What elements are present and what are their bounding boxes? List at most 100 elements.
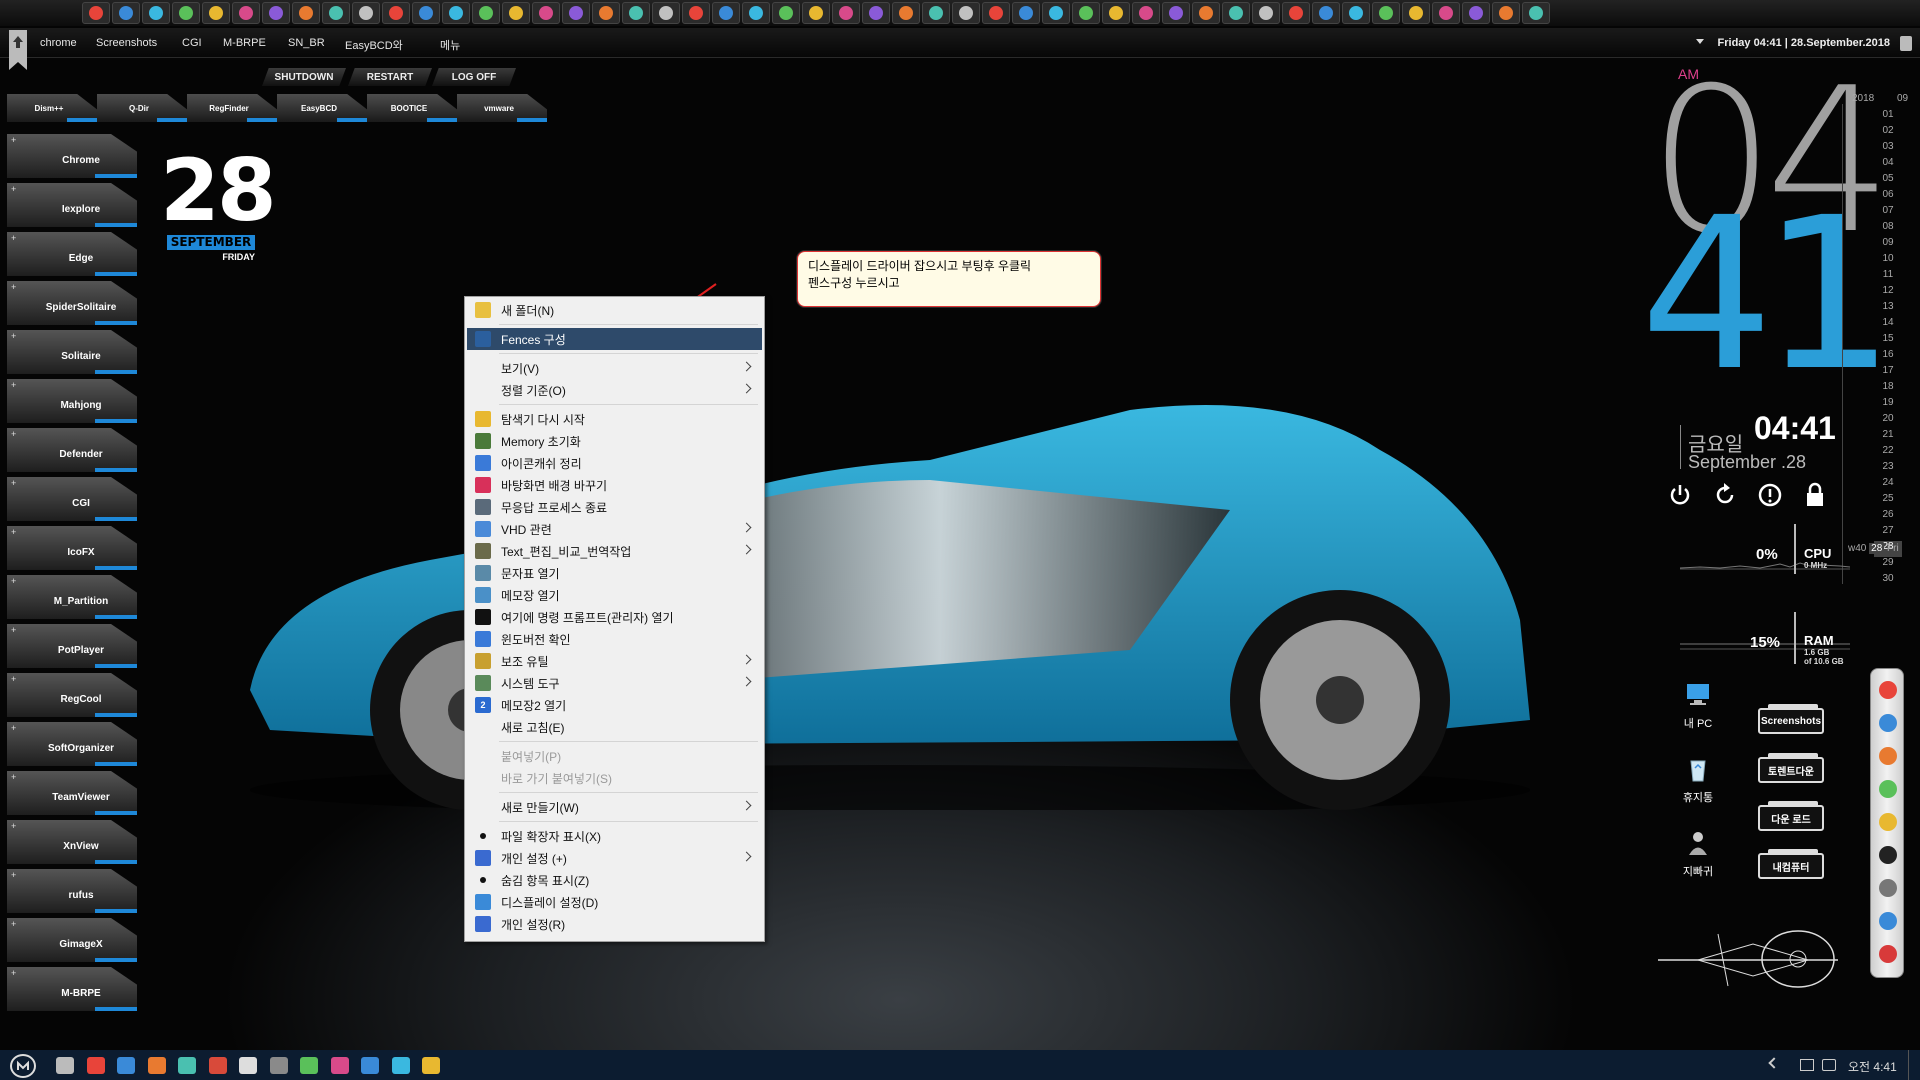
launcher-iexplore[interactable]: + Iexplore: [7, 183, 137, 227]
taskbar-clock[interactable]: 오전 4:41: [1848, 1058, 1897, 1075]
tile-torrent-download[interactable]: 토렌트다운: [1758, 753, 1824, 783]
expand-plus-icon[interactable]: +: [11, 527, 16, 537]
monitor-icon[interactable]: [742, 2, 770, 24]
ie-icon[interactable]: [112, 2, 140, 24]
camera-icon[interactable]: [232, 2, 260, 24]
clover-icon[interactable]: [300, 1057, 318, 1074]
expand-plus-icon[interactable]: +: [11, 576, 16, 586]
expand-plus-icon[interactable]: +: [11, 723, 16, 733]
bluetooth-icon[interactable]: [1282, 2, 1310, 24]
context-menu-item[interactable]: 여기에 명령 프롬프트(관리자) 열기: [467, 606, 762, 628]
expand-plus-icon[interactable]: +: [11, 380, 16, 390]
stack-icon[interactable]: [1879, 879, 1897, 897]
context-menu-item[interactable]: 시스템 도구: [467, 672, 762, 694]
context-menu-item[interactable]: 디스플레이 설정(D): [467, 891, 762, 913]
context-menu-item[interactable]: 탐색기 다시 시작: [467, 408, 762, 430]
tile-download[interactable]: 다운 로드: [1758, 801, 1824, 831]
settings-icon[interactable]: [239, 1057, 257, 1074]
chrome-icon[interactable]: [82, 2, 110, 24]
box-icon[interactable]: [412, 2, 440, 24]
context-menu-item[interactable]: 정렬 기준(O): [467, 379, 762, 401]
top-launcher-vmware[interactable]: vmware: [457, 94, 547, 122]
launcher-cgi[interactable]: + CGI: [7, 477, 137, 521]
launcher-softorganizer[interactable]: + SoftOrganizer: [7, 722, 137, 766]
launcher-mbrpe[interactable]: + M-BRPE: [7, 967, 137, 1011]
app4-icon[interactable]: [178, 1057, 196, 1074]
dropdown-arrow-icon[interactable]: [1696, 39, 1704, 44]
tiles-icon[interactable]: [1462, 2, 1490, 24]
brush-icon[interactable]: [802, 2, 830, 24]
doc-icon[interactable]: [592, 2, 620, 24]
context-menu-item[interactable]: 숨김 항목 표시(Z): [467, 869, 762, 891]
launcher-rufus[interactable]: + rufus: [7, 869, 137, 913]
tile-screenshots[interactable]: Screenshots: [1758, 704, 1824, 734]
task-view-icon[interactable]: [56, 1057, 74, 1074]
car-icon[interactable]: [1102, 2, 1130, 24]
ie-icon[interactable]: [391, 1057, 410, 1074]
expand-plus-icon[interactable]: +: [11, 282, 16, 292]
desktop-icon-this-pc[interactable]: 내 PC: [1668, 682, 1728, 731]
app6-icon[interactable]: [269, 1057, 288, 1074]
top-launcher-easybcd[interactable]: EasyBCD: [277, 94, 367, 122]
top-launcher-bootice[interactable]: BOOTICE: [367, 94, 457, 122]
context-menu-item[interactable]: Memory 초기화: [467, 430, 762, 452]
r-icon[interactable]: [382, 2, 410, 24]
context-menu-item[interactable]: 보조 유틸: [467, 650, 762, 672]
top-launcher-dism[interactable]: Dism++: [7, 94, 97, 122]
power-icon[interactable]: [1667, 482, 1693, 508]
expand-plus-icon[interactable]: +: [11, 478, 16, 488]
expand-plus-icon[interactable]: +: [11, 135, 16, 145]
warning-icon[interactable]: [1132, 2, 1160, 24]
knife-icon[interactable]: [1012, 2, 1040, 24]
tray-expand-icon[interactable]: [1768, 1057, 1780, 1069]
window-icon[interactable]: [1162, 2, 1190, 24]
desktop-icon-recycle-bin[interactable]: 휴지통: [1668, 756, 1728, 805]
gamepad-icon[interactable]: [892, 2, 920, 24]
expand-plus-icon[interactable]: +: [11, 919, 16, 929]
context-menu-item[interactable]: 아이콘캐쉬 정리: [467, 452, 762, 474]
expand-plus-icon[interactable]: +: [11, 184, 16, 194]
launcher-mpartition[interactable]: + M_Partition: [7, 575, 137, 619]
paint-icon[interactable]: [982, 2, 1010, 24]
context-menu-item[interactable]: 파일 확장자 표시(X): [467, 825, 762, 847]
windows-icon[interactable]: [772, 2, 800, 24]
colorful-icon[interactable]: [1879, 747, 1897, 765]
context-menu-item[interactable]: 2 메모장2 열기: [467, 694, 762, 716]
app-icon[interactable]: [1402, 2, 1430, 24]
lock-icon[interactable]: [1802, 482, 1828, 508]
x-icon[interactable]: [1879, 846, 1897, 864]
launcher-xnview[interactable]: + XnView: [7, 820, 137, 864]
menu-item-menu[interactable]: 메뉴: [440, 37, 460, 53]
tool-icon[interactable]: [862, 2, 890, 24]
show-desktop-button[interactable]: [1908, 1050, 1912, 1080]
expand-plus-icon[interactable]: +: [11, 968, 16, 978]
launcher-defender[interactable]: + Defender: [7, 428, 137, 472]
book-icon[interactable]: [622, 2, 650, 24]
network-icon[interactable]: [1800, 1059, 1814, 1071]
64-icon[interactable]: [1072, 2, 1100, 24]
context-menu-item[interactable]: 보기(V): [467, 357, 762, 379]
expand-plus-icon[interactable]: +: [11, 870, 16, 880]
expand-plus-icon[interactable]: +: [11, 772, 16, 782]
app7-icon[interactable]: [330, 1057, 349, 1074]
menu-item-chrome[interactable]: chrome: [40, 37, 77, 49]
launcher-potplayer[interactable]: + PotPlayer: [7, 624, 137, 668]
restart-button[interactable]: RESTART: [348, 68, 432, 86]
top-launcher-qdir[interactable]: Q-Dir: [97, 94, 187, 122]
disc-icon[interactable]: [262, 2, 290, 24]
win10-icon[interactable]: [1312, 2, 1340, 24]
launcher-chrome[interactable]: + Chrome: [7, 134, 137, 178]
edge-icon[interactable]: [361, 1057, 379, 1074]
edge-icon[interactable]: [142, 2, 170, 24]
restart-icon[interactable]: [1712, 482, 1738, 508]
context-menu-item[interactable]: 바탕화면 배경 바꾸기: [467, 474, 762, 496]
triangle-icon[interactable]: [1879, 813, 1897, 831]
screen-icon[interactable]: [952, 2, 980, 24]
launcher-regcool[interactable]: + RegCool: [7, 673, 137, 717]
expand-plus-icon[interactable]: +: [11, 331, 16, 341]
gear-icon[interactable]: [682, 2, 710, 24]
context-menu-item[interactable]: 개인 설정 (+): [467, 847, 762, 869]
launcher-icofx[interactable]: + IcoFX: [7, 526, 137, 570]
launcher-edge[interactable]: + Edge: [7, 232, 137, 276]
expand-plus-icon[interactable]: +: [11, 429, 16, 439]
